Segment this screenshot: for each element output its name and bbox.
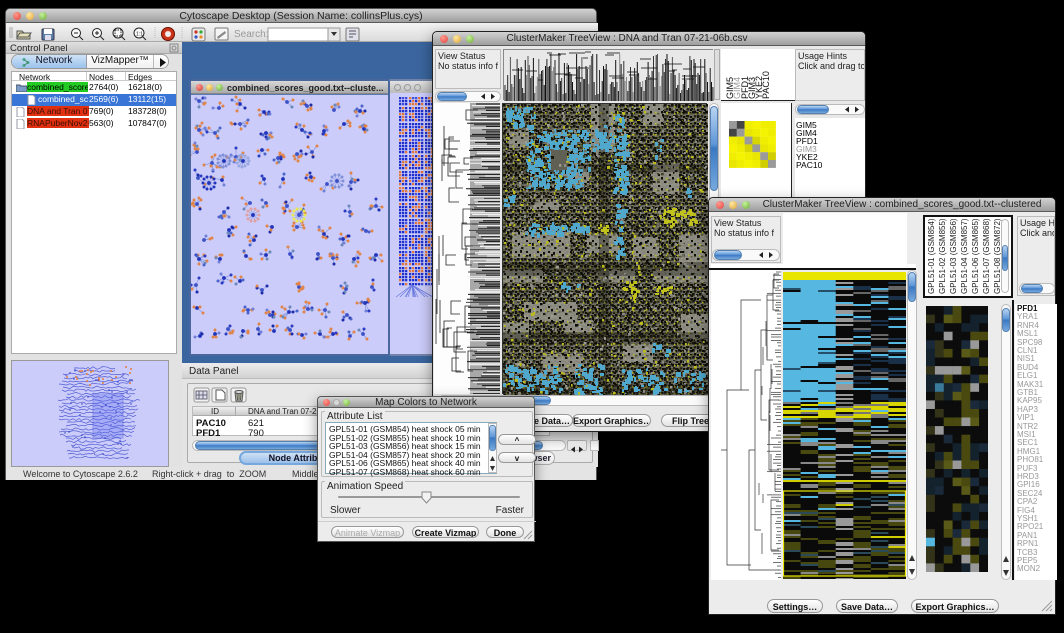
svg-text:PAC10: PAC10: [761, 71, 771, 99]
svg-text:1:1: 1:1: [136, 32, 143, 38]
svg-text:Search:: Search:: [234, 29, 268, 40]
